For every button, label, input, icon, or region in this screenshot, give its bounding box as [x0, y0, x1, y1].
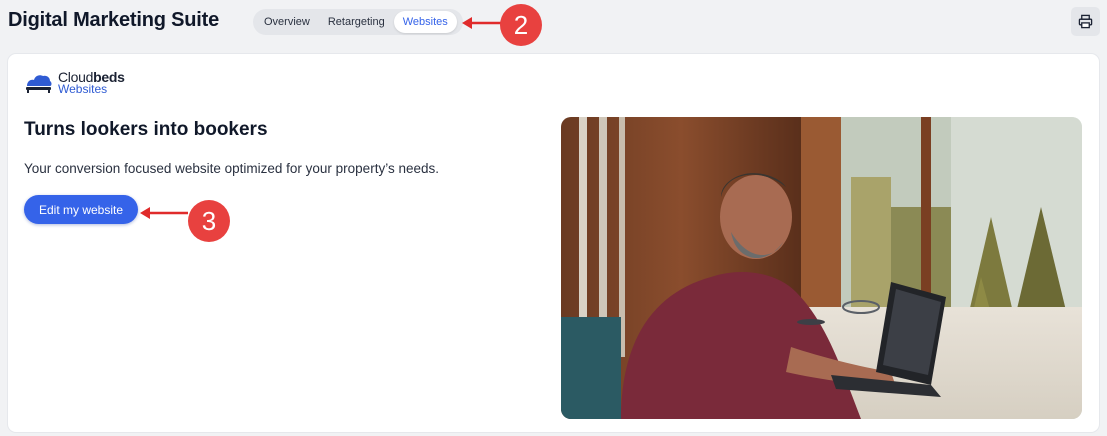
tab-retargeting[interactable]: Retargeting [319, 11, 394, 33]
headline: Turns lookers into bookers [24, 119, 268, 140]
description: Your conversion focused website optimize… [24, 161, 439, 176]
cloud-bed-logo-icon [26, 75, 52, 93]
print-button[interactable] [1071, 7, 1100, 36]
edit-website-button[interactable]: Edit my website [24, 195, 138, 224]
annotation-arrow-3 [140, 207, 188, 219]
annotation-badge-3: 3 [188, 200, 230, 242]
annotation-arrow-2 [462, 17, 502, 29]
cloudbeds-websites-logo: Cloudbeds Websites [24, 70, 134, 98]
hero-image [561, 117, 1082, 419]
top-bar: Digital Marketing Suite Overview Retarge… [0, 0, 1107, 44]
annotation-badge-2: 2 [500, 4, 542, 46]
tab-websites[interactable]: Websites [393, 11, 457, 33]
tab-overview[interactable]: Overview [255, 11, 319, 33]
hero-photo-illustration [561, 117, 1082, 419]
app-title: Digital Marketing Suite [8, 9, 219, 31]
tab-bar: Overview Retargeting Websites [253, 9, 463, 35]
printer-icon [1078, 14, 1093, 29]
websites-card: Cloudbeds Websites Turns lookers into bo… [8, 54, 1099, 432]
logo-product-name: Websites [58, 82, 108, 96]
